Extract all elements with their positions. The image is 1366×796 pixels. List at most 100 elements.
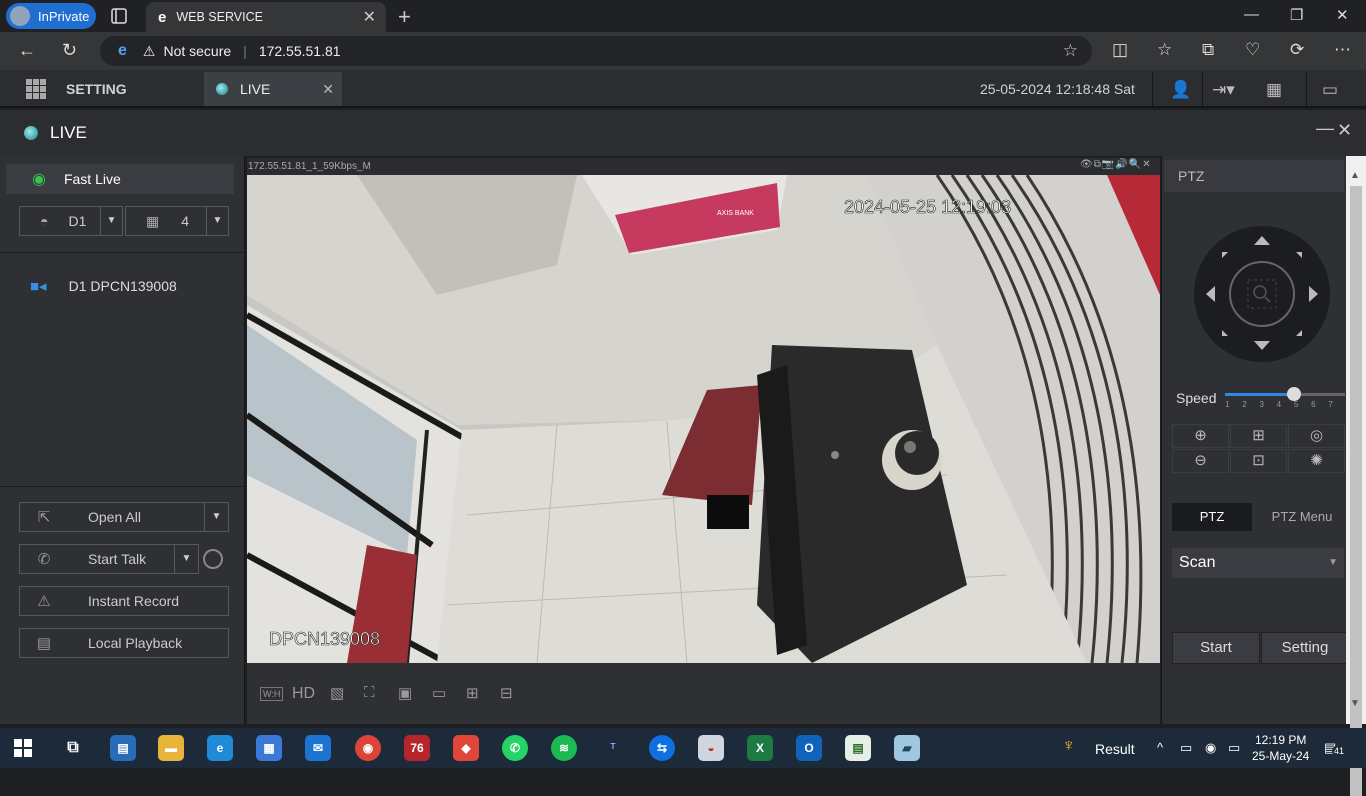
camera-tray-icon[interactable]: ◉: [1205, 740, 1216, 756]
split-screen-icon[interactable]: ◫: [1112, 40, 1128, 60]
chevron-down-icon: ▼: [1328, 557, 1338, 568]
split-select[interactable]: ▦ 4 ▼: [125, 206, 229, 236]
network-icon[interactable]: ▭: [1228, 740, 1240, 756]
favorites-icon[interactable]: ☆: [1157, 40, 1172, 60]
ie-mode-toggle-icon[interactable]: ⟳: [1290, 40, 1304, 60]
taskbar-clock[interactable]: 12:19 PM 25-May-24: [1252, 732, 1309, 764]
fast-live-button[interactable]: ◉ Fast Live: [6, 164, 234, 194]
ptz-function-select[interactable]: Scan ▼: [1172, 548, 1344, 578]
video-window-controls[interactable]: 👁⧉📷🔊🔍✕: [1080, 159, 1152, 170]
live-tab-close-icon[interactable]: ✕: [322, 81, 334, 98]
panel-close-button[interactable]: ✕: [1337, 120, 1352, 141]
focus-near-icon[interactable]: ⊞: [1230, 424, 1287, 448]
performance-icon[interactable]: ♡: [1245, 40, 1260, 60]
security-status[interactable]: Not secure: [163, 43, 231, 59]
header-divider: [1152, 72, 1153, 106]
battery-icon[interactable]: ▭: [1180, 740, 1192, 756]
single-view-icon[interactable]: ▣: [398, 684, 412, 702]
window-minimize-button[interactable]: —: [1244, 6, 1259, 23]
warning-icon[interactable]: ⚠: [143, 43, 156, 60]
favorite-star-icon[interactable]: ☆: [1063, 41, 1078, 61]
file-explorer-icon[interactable]: ▬: [158, 735, 184, 761]
aspect-ratio-button[interactable]: W:H: [260, 687, 284, 701]
panel-minimize-button[interactable]: —: [1316, 118, 1334, 139]
teamviewer-icon[interactable]: ⇆: [649, 735, 675, 761]
zoom-out-icon[interactable]: ⊖: [1172, 449, 1229, 473]
tab-close-icon[interactable]: ✕: [363, 7, 376, 27]
hd-toggle-button[interactable]: HD: [292, 685, 315, 703]
back-icon[interactable]: ←: [18, 40, 36, 61]
fullscreen-icon[interactable]: ⛶: [364, 684, 375, 701]
notification-badge: 41: [1332, 746, 1347, 756]
more-menu-icon[interactable]: ⋯: [1334, 40, 1351, 60]
refresh-icon[interactable]: ↻: [62, 40, 77, 61]
widgets-icon[interactable]: ▤: [110, 735, 136, 761]
address-bar[interactable]: e ⚠ Not secure | 172.55.51.81 ☆: [100, 36, 1092, 66]
logout-icon[interactable]: ⇥▾: [1212, 80, 1235, 100]
open-all-button[interactable]: ⇱ Open All ▼: [19, 502, 229, 532]
stream-select[interactable]: ◓ D1 ▼: [19, 206, 123, 236]
live-panel-title: LIVE: [50, 123, 87, 142]
tray-chevron-up-icon[interactable]: ^: [1157, 740, 1163, 755]
setting-menu-button[interactable]: SETTING: [0, 70, 204, 108]
ptz-setting-button[interactable]: Setting: [1261, 632, 1349, 664]
zoom-in-icon[interactable]: ⊕: [1172, 424, 1229, 448]
browser-tab-active[interactable]: e WEB SERVICE ✕: [146, 2, 386, 32]
new-tab-button[interactable]: +: [398, 4, 411, 30]
split-1-icon[interactable]: ▭: [432, 684, 446, 702]
focus-far-icon[interactable]: ⊡: [1230, 449, 1287, 473]
scroll-down-icon[interactable]: ▼: [1350, 698, 1360, 709]
app-sheet-icon[interactable]: ▤: [845, 735, 871, 761]
collections-icon[interactable]: ⧉: [1202, 40, 1214, 60]
result-app-icon[interactable]: ♆: [1062, 735, 1076, 756]
anydesk-icon[interactable]: ◆: [453, 735, 479, 761]
local-playback-button[interactable]: ▤ Local Playback: [19, 628, 229, 658]
chevron-down-icon[interactable]: ▼: [204, 503, 228, 531]
app-76-icon[interactable]: 76: [404, 735, 430, 761]
window-close-button[interactable]: ✕: [1336, 6, 1349, 24]
store-icon[interactable]: ▦: [256, 735, 282, 761]
mail-icon[interactable]: ✉: [305, 735, 331, 761]
ptz-start-button[interactable]: Start: [1172, 632, 1260, 664]
inprivate-label: InPrivate: [38, 8, 90, 24]
task-view-icon[interactable]: ⧉: [60, 735, 86, 761]
scroll-up-icon[interactable]: ▲: [1350, 170, 1360, 181]
instant-record-label: Instant Record: [88, 593, 180, 609]
page-scrollbar[interactable]: ▲ ▼: [1346, 156, 1366, 796]
whatsapp-icon[interactable]: ✆: [502, 735, 528, 761]
ptz-direction-pad[interactable]: [1192, 222, 1332, 362]
instant-record-button[interactable]: ⚠ Instant Record: [19, 586, 229, 616]
osd-timestamp: 2024-05-25 12:19:03: [844, 197, 1011, 217]
app-dish-icon[interactable]: ◒: [698, 735, 724, 761]
outlook-icon[interactable]: O: [796, 735, 822, 761]
spotify-icon[interactable]: ≋: [551, 735, 577, 761]
split-6-icon[interactable]: ⊟: [500, 684, 513, 702]
user-icon[interactable]: 👤: [1170, 80, 1191, 100]
app-tally-icon[interactable]: ᵀ: [600, 735, 626, 761]
excel-icon[interactable]: X: [747, 735, 773, 761]
tab-actions-icon[interactable]: [110, 7, 128, 25]
result-app-label[interactable]: Result: [1095, 741, 1135, 757]
tab-ptz-menu[interactable]: PTZ Menu: [1258, 503, 1346, 531]
iris-close-icon[interactable]: ✺: [1288, 449, 1345, 473]
app-notes-icon[interactable]: ▰: [894, 735, 920, 761]
header-divider: [1306, 72, 1307, 106]
url-text[interactable]: 172.55.51.81: [259, 43, 341, 59]
fullscreen-monitor-icon[interactable]: ▭: [1322, 80, 1338, 100]
talk-status-indicator[interactable]: [203, 549, 223, 569]
tab-ptz[interactable]: PTZ: [1172, 503, 1252, 531]
qr-code-icon[interactable]: ▦: [1266, 80, 1282, 100]
iris-open-icon[interactable]: ◎: [1288, 424, 1345, 448]
chevron-down-icon[interactable]: ▼: [174, 545, 198, 573]
device-list-item[interactable]: ■◂ D1 DPCN139008: [30, 277, 177, 295]
window-restore-button[interactable]: ❐: [1290, 6, 1303, 24]
inprivate-badge[interactable]: InPrivate: [6, 3, 96, 29]
windows-start-icon[interactable]: [14, 739, 32, 757]
tab-live[interactable]: LIVE ✕: [204, 72, 342, 106]
edge-browser-icon[interactable]: e: [207, 735, 233, 761]
split-4-icon[interactable]: ⊞: [466, 684, 479, 702]
chrome-icon[interactable]: ◉: [355, 735, 381, 761]
camera-video-feed[interactable]: AXIS BANK 2024-05-25 12:19:03 DPCN139008: [247, 175, 1160, 663]
start-talk-button[interactable]: ✆ Start Talk ▼: [19, 544, 199, 574]
image-adjust-icon[interactable]: ▧: [330, 684, 344, 702]
